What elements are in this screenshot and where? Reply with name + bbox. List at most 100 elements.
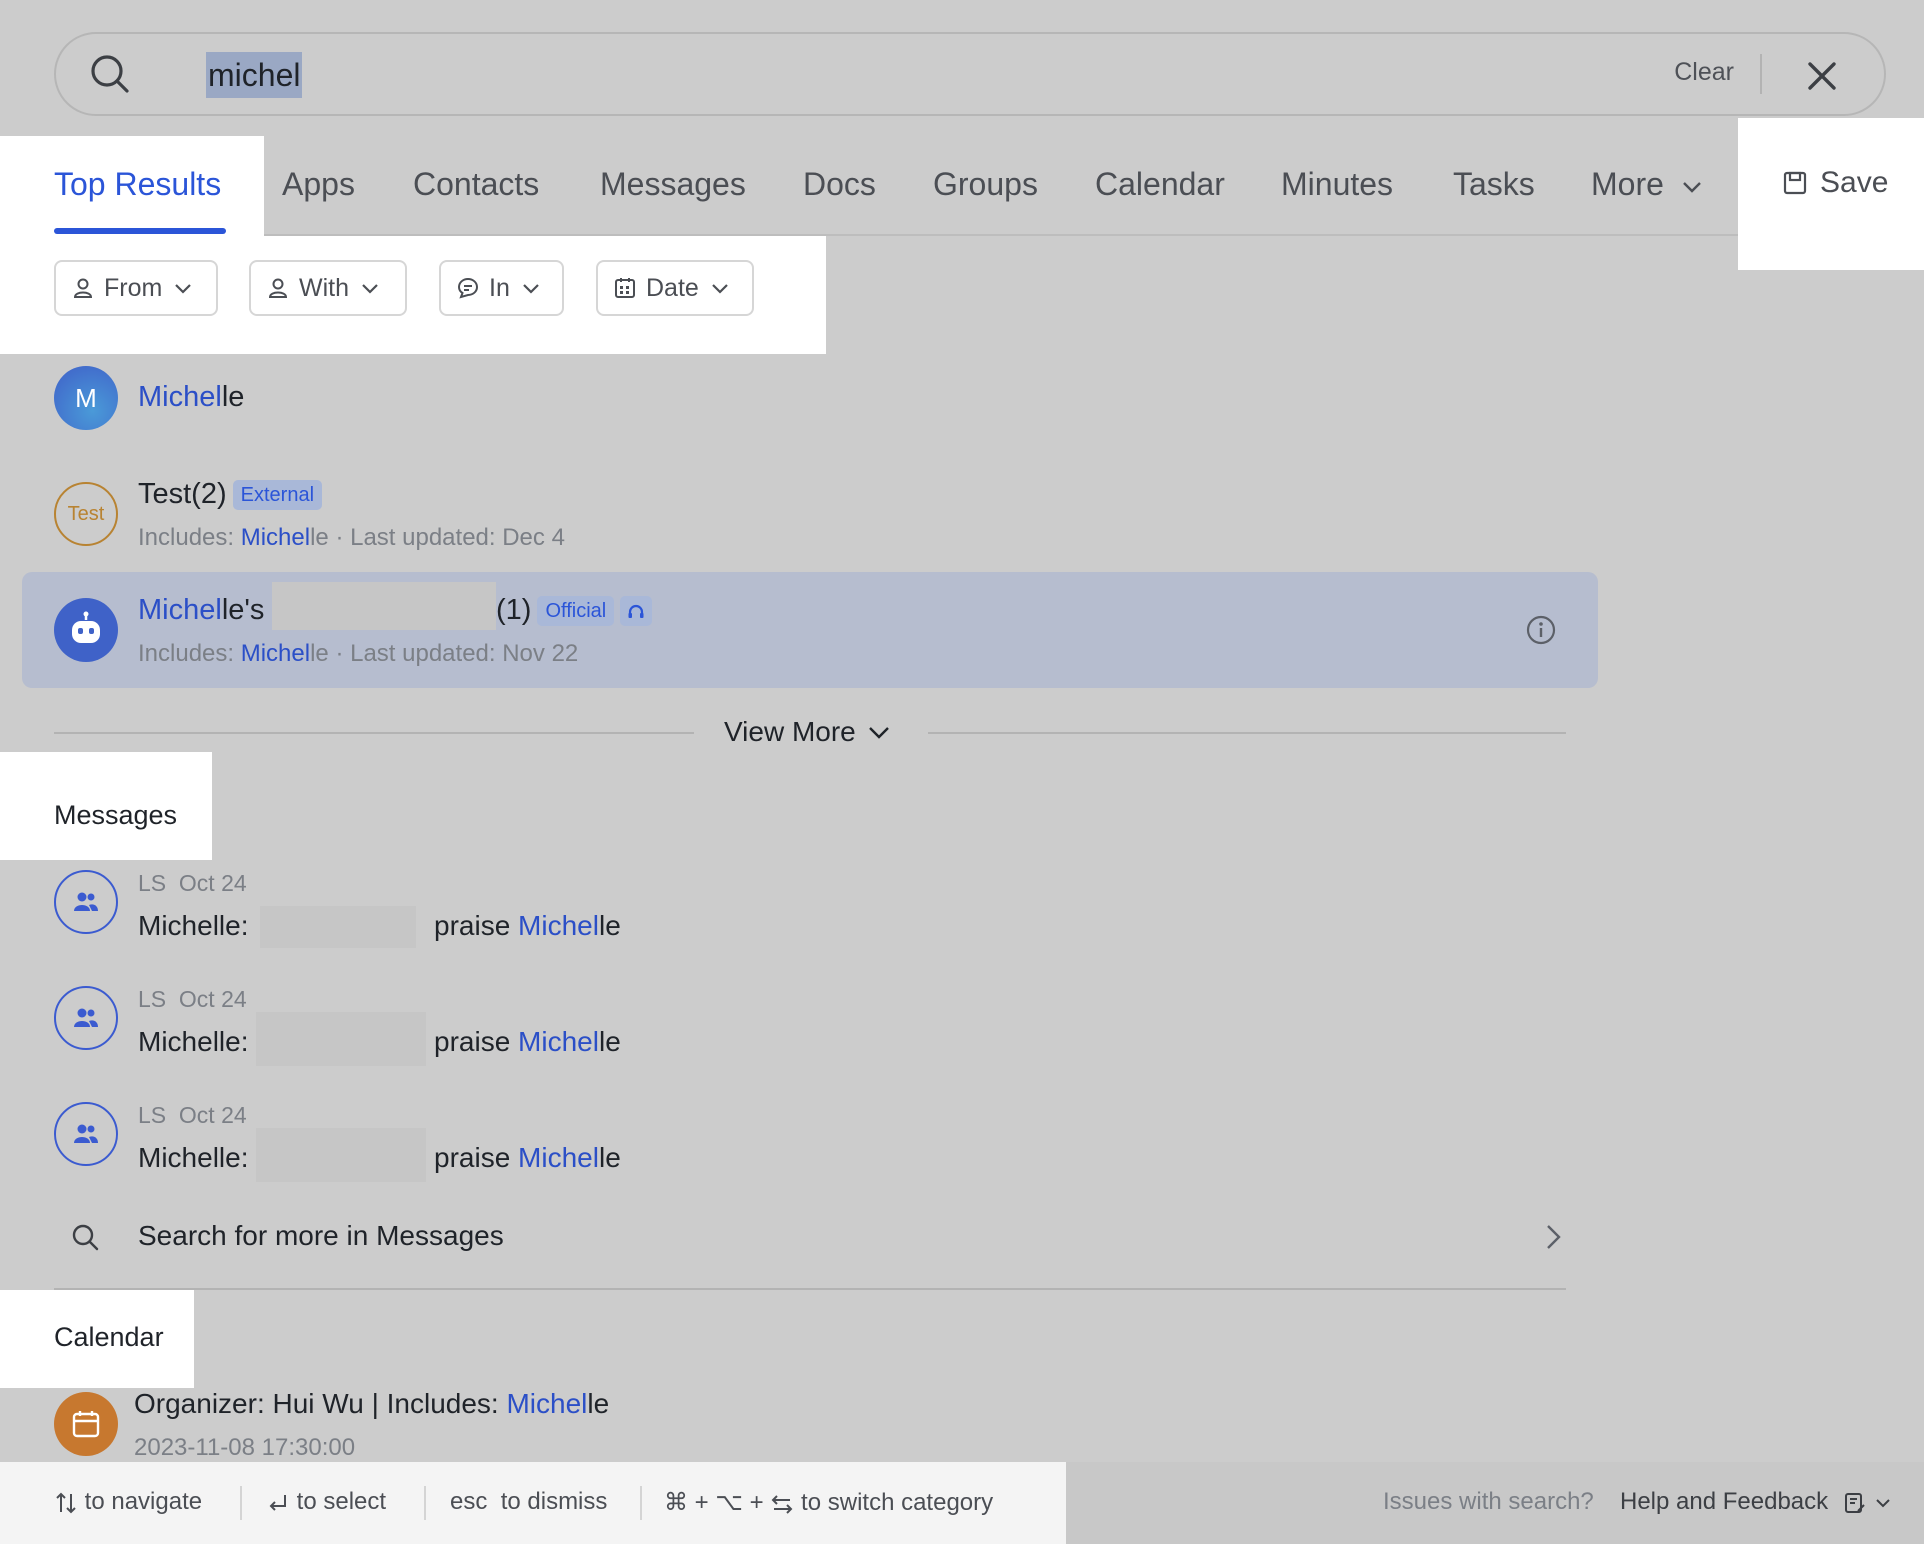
- tab-top-results[interactable]: Top Results: [54, 166, 221, 203]
- person-icon: [268, 278, 288, 298]
- bot-avatar: [54, 598, 118, 662]
- search-input[interactable]: michel: [206, 52, 303, 98]
- hint-dismiss-text: to dismiss: [500, 1488, 608, 1515]
- esc-key: esc: [450, 1488, 488, 1515]
- message-prefix: Michelle:: [138, 1026, 249, 1057]
- tab-more-label: More: [1591, 166, 1664, 202]
- search-icon: [72, 1224, 99, 1251]
- divider: [928, 732, 1566, 734]
- group-icon: [74, 892, 98, 911]
- redacted-text: [272, 582, 496, 630]
- chevron-down-icon: [1682, 181, 1701, 193]
- tab-more[interactable]: More: [1591, 166, 1705, 203]
- filter-date[interactable]: Date: [596, 260, 754, 316]
- chat-icon: [457, 277, 479, 299]
- chevron-down-icon: [712, 284, 728, 294]
- calendar-rest: le: [587, 1388, 610, 1419]
- hint-navigate-text: to navigate: [84, 1488, 203, 1515]
- bot-name-rest: le's: [221, 594, 265, 626]
- tab-apps[interactable]: Apps: [282, 166, 355, 203]
- divider: [54, 732, 694, 734]
- help-feedback-label: Help and Feedback: [1620, 1488, 1829, 1515]
- chevron-down-icon: [523, 284, 539, 294]
- filter-in-label: In: [489, 273, 510, 302]
- calendar-avatar: [54, 1392, 118, 1456]
- filter-from-label: From: [104, 273, 163, 302]
- divider: [1760, 54, 1762, 94]
- tab-calendar[interactable]: Calendar: [1095, 166, 1225, 203]
- message-date: Oct 24: [178, 986, 247, 1012]
- redacted-text: [256, 1012, 426, 1066]
- calendar-icon: [72, 1411, 100, 1438]
- chevron-down-icon: [1876, 1498, 1891, 1508]
- category-tabs: Top Results Apps Contacts Messages Docs …: [0, 136, 1924, 236]
- group-icon: [74, 1124, 98, 1143]
- chevron-down-icon: [362, 284, 378, 294]
- contact-name-rest: le: [221, 381, 245, 413]
- tab-contacts[interactable]: Contacts: [413, 166, 539, 203]
- person-icon: [73, 278, 93, 298]
- external-badge: External: [232, 480, 323, 511]
- calendar-section-title: Calendar: [54, 1322, 164, 1352]
- hint-select: to select: [266, 1488, 386, 1516]
- avatar-text: Test: [67, 502, 105, 525]
- group-icon: [74, 1008, 98, 1027]
- up-down-arrows-icon: [56, 1492, 76, 1514]
- save-label: Save: [1820, 166, 1889, 199]
- avatar-initial: M: [75, 382, 97, 413]
- sub-rest: le · Last updated: Nov 22: [310, 640, 579, 667]
- view-more-label: View More: [724, 716, 856, 747]
- highlight-match: Michel: [138, 594, 222, 626]
- help-feedback-link[interactable]: Help and Feedback: [1620, 1488, 1893, 1516]
- hint-select-text: to select: [296, 1488, 387, 1515]
- sub-prefix: Includes:: [138, 640, 241, 667]
- feedback-icon: [1844, 1492, 1865, 1513]
- headset-icon: [628, 604, 644, 619]
- sub-rest: le · Last updated: Dec 4: [310, 524, 565, 551]
- highlight-match: Michel: [518, 1026, 599, 1057]
- robot-icon: [72, 611, 100, 643]
- highlight-match: Michel: [240, 640, 311, 667]
- close-icon[interactable]: [1800, 54, 1844, 98]
- result-bot-selected[interactable]: [22, 572, 1598, 688]
- message-date: Oct 24: [178, 870, 247, 896]
- search-bar[interactable]: michel Clear: [54, 32, 1886, 116]
- avatar: M: [54, 366, 118, 430]
- highlight-match: Michel: [240, 524, 311, 551]
- support-badge: [620, 596, 653, 627]
- info-icon[interactable]: [1525, 614, 1557, 646]
- message-prefix: Michelle:: [138, 1142, 249, 1173]
- sub-prefix: Includes:: [138, 524, 241, 551]
- highlight-match: Michel: [518, 1142, 599, 1173]
- avatar: Test: [54, 482, 118, 546]
- tab-groups[interactable]: Groups: [933, 166, 1038, 203]
- message-text: praise: [434, 1142, 519, 1173]
- message-date: Oct 24: [178, 1102, 247, 1128]
- tab-tasks[interactable]: Tasks: [1453, 166, 1535, 203]
- filter-from[interactable]: From: [54, 260, 218, 316]
- chevron-down-icon: [868, 727, 889, 739]
- filter-with[interactable]: With: [249, 260, 407, 316]
- clear-button[interactable]: Clear: [1674, 58, 1734, 87]
- chevron-right-icon: [1547, 1225, 1561, 1249]
- group-avatar: [54, 870, 118, 934]
- hint-dismiss: esc to dismiss: [450, 1488, 607, 1516]
- calendar-organizer: Organizer: Hui Wu | Includes:: [134, 1388, 507, 1419]
- tab-messages[interactable]: Messages: [600, 166, 746, 203]
- group-avatar: [54, 1102, 118, 1166]
- tab-underline: [54, 228, 226, 234]
- issues-text: Issues with search?: [1383, 1488, 1594, 1515]
- chevron-down-icon: [175, 284, 192, 294]
- save-button[interactable]: Save: [1782, 166, 1888, 200]
- save-icon: [1783, 171, 1807, 195]
- tab-minutes[interactable]: Minutes: [1281, 166, 1393, 203]
- filter-in[interactable]: In: [439, 260, 564, 316]
- group-title: Test(2): [138, 478, 227, 510]
- calendar-icon: [615, 278, 635, 298]
- tab-docs[interactable]: Docs: [803, 166, 876, 203]
- group-avatar: [54, 986, 118, 1050]
- message-rest: le: [598, 1026, 621, 1057]
- view-more-button[interactable]: View More: [724, 716, 892, 748]
- message-prefix: Michelle:: [138, 910, 249, 941]
- hint-switch-text: to switch category: [801, 1489, 994, 1516]
